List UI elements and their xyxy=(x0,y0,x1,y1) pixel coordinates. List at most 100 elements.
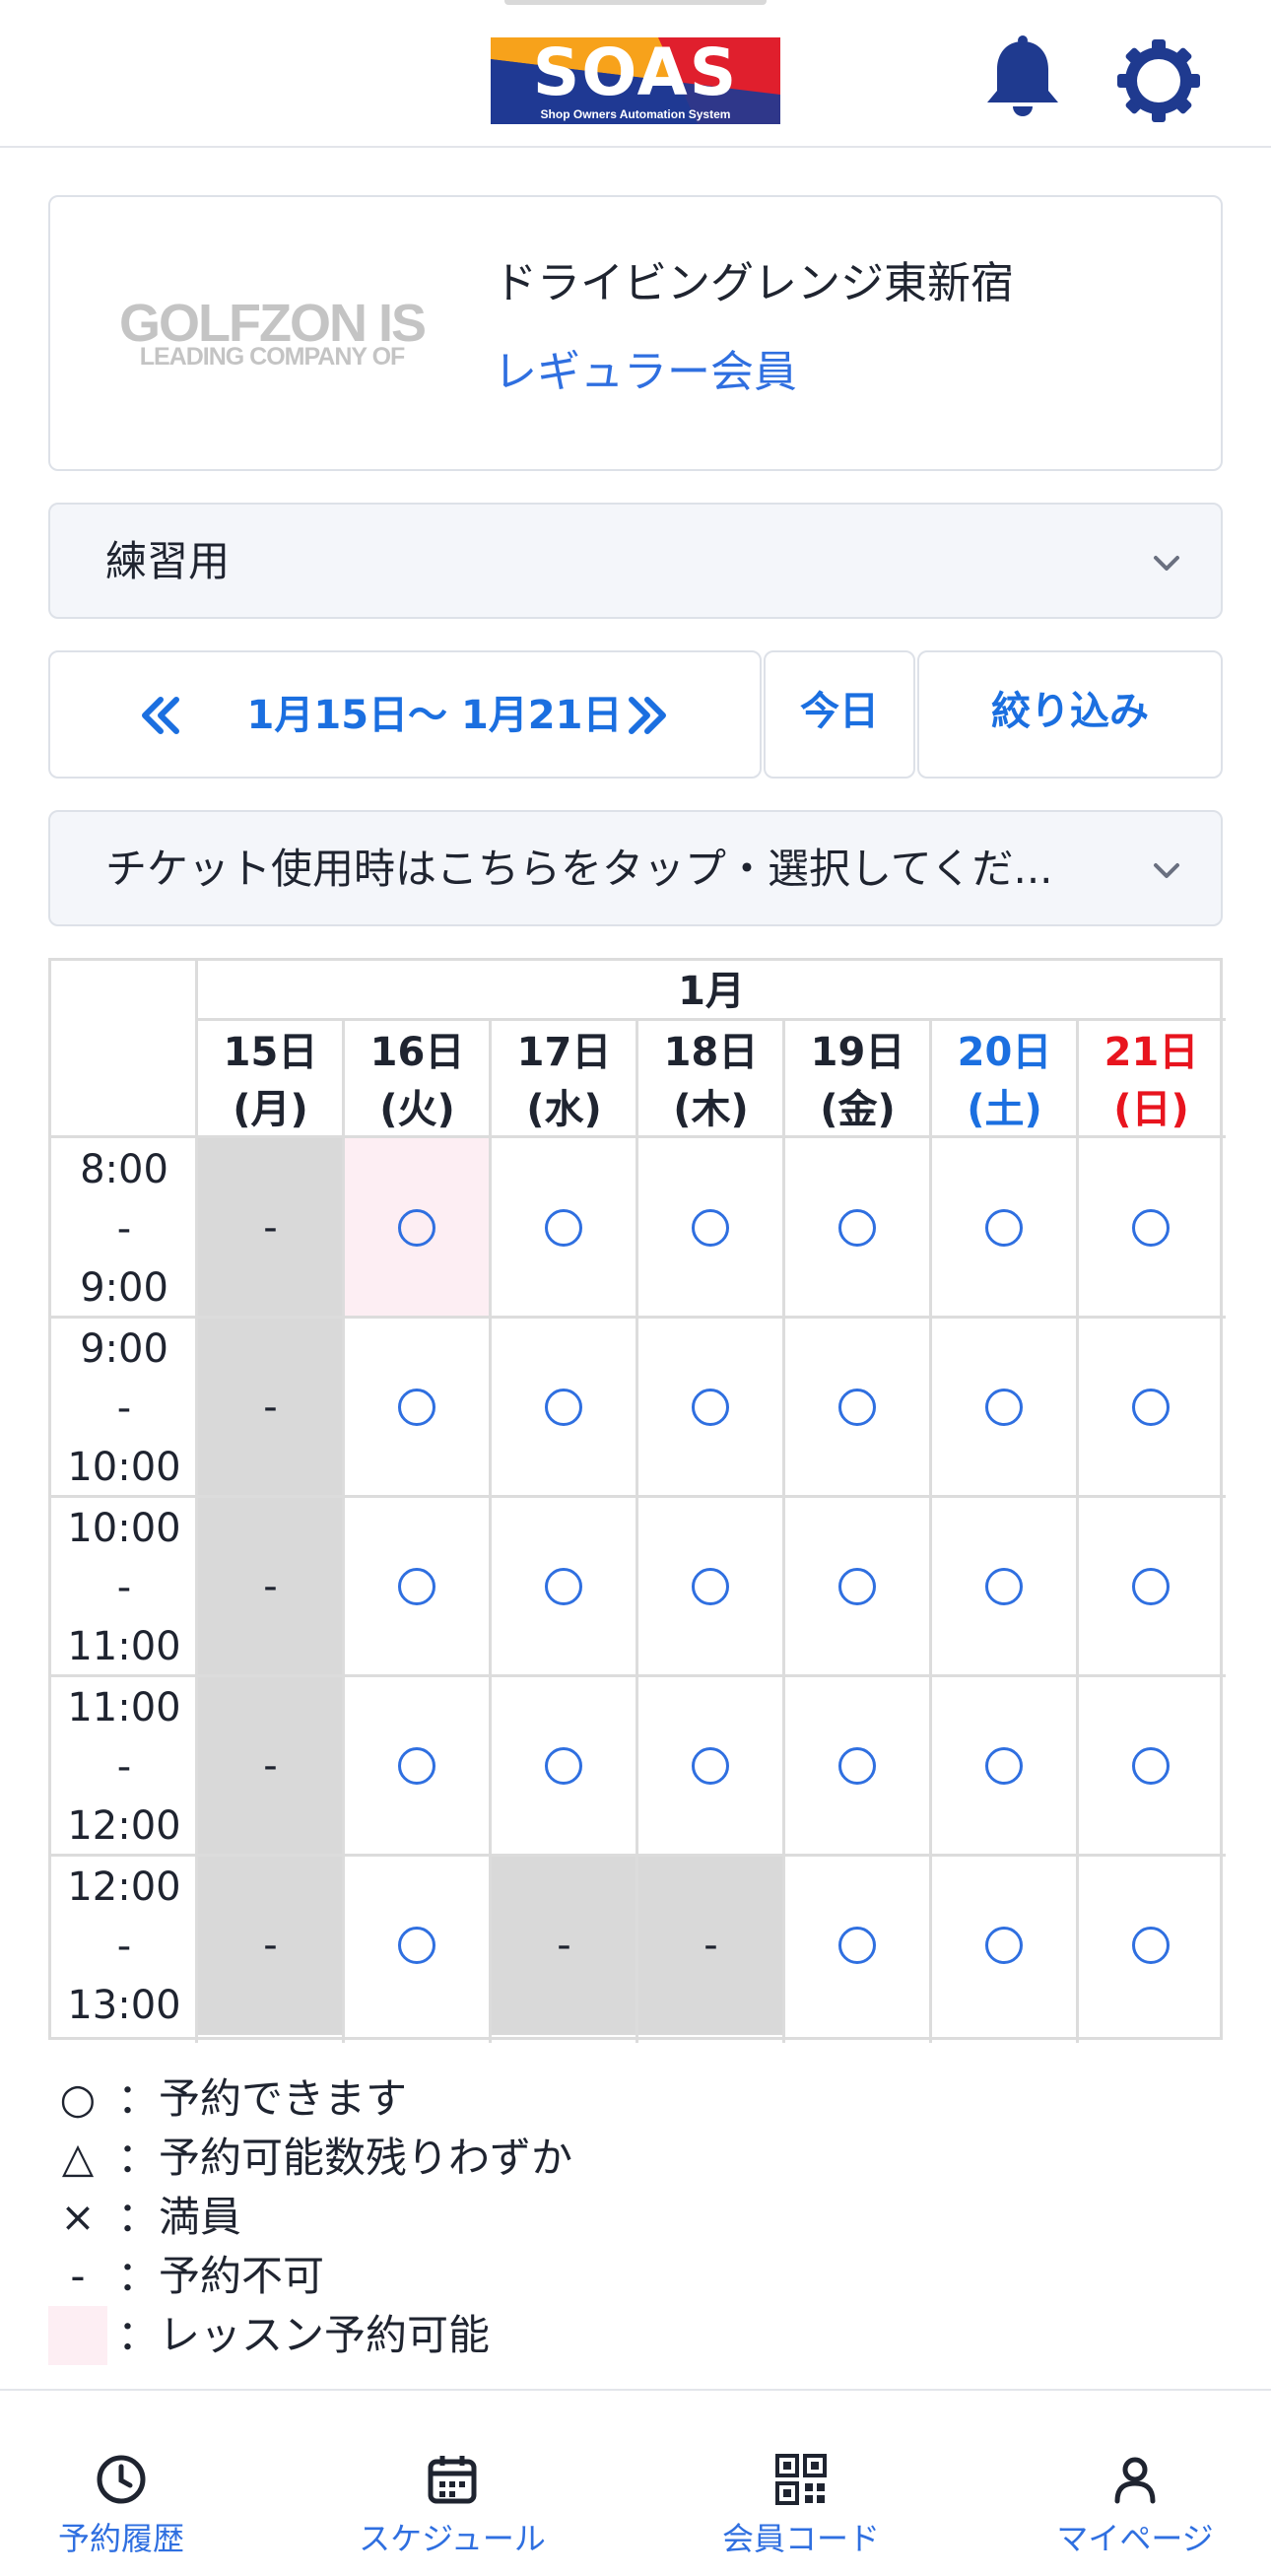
available-slot[interactable] xyxy=(637,1138,784,1318)
month-label: 1月 xyxy=(678,969,745,1014)
grid-line xyxy=(342,1018,345,2043)
available-slot[interactable] xyxy=(931,1138,1078,1318)
available-slot[interactable] xyxy=(637,1497,784,1676)
prev-week-icon[interactable] xyxy=(139,696,182,735)
nav-item-calendar[interactable]: スケジュール xyxy=(324,2391,580,2576)
available-slot[interactable] xyxy=(784,1138,931,1318)
grid-line xyxy=(51,1674,1226,1677)
nav-item-qr-code[interactable]: 会員コード xyxy=(683,2391,919,2576)
legend-symbol: × xyxy=(60,2193,96,2241)
bell-icon[interactable] xyxy=(983,35,1062,122)
grid-line xyxy=(782,1018,785,2043)
legend-text: ：満員 xyxy=(117,2193,242,2241)
unavailable-slot: - xyxy=(491,1856,637,2035)
time-slot-sep: - xyxy=(116,1744,132,1790)
next-week-icon[interactable] xyxy=(626,696,669,735)
day-header: 21日 (日) xyxy=(1078,1024,1225,1138)
gear-icon[interactable] xyxy=(1117,39,1200,122)
available-slot[interactable] xyxy=(931,1318,1078,1497)
available-slot[interactable] xyxy=(1078,1676,1225,1856)
golfzon-logo: GOLFZON IS LEADING COMPANY OF xyxy=(119,296,427,374)
legend-symbol: △ xyxy=(61,2134,95,2182)
unavailable-dash: - xyxy=(703,1923,718,1968)
reservation-calendar: 1月 15日 (月) 16日 (火) 17日 (水) 18日 (木) 19日 (金) 20日 (土) 2… xyxy=(48,958,1226,2043)
available-slot[interactable] xyxy=(491,1497,637,1676)
store-logo-sub: LEADING COMPANY OF xyxy=(139,343,406,371)
time-slot-start: 12:00 xyxy=(67,1864,181,1910)
unavailable-slot: - xyxy=(197,1138,344,1318)
calendar-icon xyxy=(425,2452,480,2507)
available-slot[interactable] xyxy=(637,1676,784,1856)
available-slot[interactable] xyxy=(344,1676,491,1856)
lesson-swatch xyxy=(48,2306,107,2365)
nav-label: 予約履歴 xyxy=(57,2520,184,2557)
unavailable-dash: - xyxy=(263,1923,278,1968)
time-slot-end: 9:00 xyxy=(80,1265,168,1311)
available-slot[interactable] xyxy=(491,1676,637,1856)
grid-line xyxy=(636,1018,638,2043)
purpose-select[interactable]: 練習用 xyxy=(48,503,1223,619)
available-slot[interactable] xyxy=(1078,1318,1225,1497)
available-circle-icon xyxy=(838,1389,876,1426)
available-slot[interactable] xyxy=(931,1676,1078,1856)
available-slot[interactable] xyxy=(931,1497,1078,1676)
time-slot-start: 11:00 xyxy=(67,1685,181,1730)
legend-symbol: ○ xyxy=(59,2074,97,2123)
unavailable-slot: - xyxy=(197,1318,344,1497)
available-slot[interactable] xyxy=(784,1856,931,2035)
available-circle-icon xyxy=(398,1747,435,1785)
available-slot[interactable] xyxy=(344,1318,491,1497)
unavailable-slot: - xyxy=(197,1676,344,1856)
time-slot-sep: - xyxy=(116,1206,132,1252)
available-circle-icon xyxy=(398,1568,435,1605)
filter-button-label: 絞り込み xyxy=(991,689,1149,734)
top-grabber xyxy=(504,0,767,5)
available-slot[interactable] xyxy=(784,1497,931,1676)
available-slot[interactable] xyxy=(784,1318,931,1497)
legend-item: × ：満員 xyxy=(48,2188,738,2247)
available-circle-icon xyxy=(398,1927,435,1964)
available-slot[interactable] xyxy=(344,1138,491,1318)
available-circle-icon xyxy=(545,1209,582,1247)
available-circle-icon xyxy=(838,1568,876,1605)
available-slot[interactable] xyxy=(344,1856,491,2035)
week-range-control: 1月15日〜 1月21日 xyxy=(48,650,762,779)
available-slot[interactable] xyxy=(1078,1138,1225,1318)
available-slot[interactable] xyxy=(637,1318,784,1497)
nav-label: 会員コード xyxy=(721,2520,880,2557)
day-header: 19日 (金) xyxy=(784,1024,931,1138)
day-weekday: (金) xyxy=(820,1087,896,1132)
filter-button[interactable]: 絞り込み xyxy=(917,650,1223,779)
available-slot[interactable] xyxy=(491,1138,637,1318)
grid-line xyxy=(51,1495,1226,1498)
unavailable-slot: - xyxy=(197,1497,344,1676)
available-circle-icon xyxy=(985,1568,1023,1605)
available-slot[interactable] xyxy=(344,1497,491,1676)
unavailable-dash: - xyxy=(263,1205,278,1251)
available-circle-icon xyxy=(838,1747,876,1785)
available-circle-icon xyxy=(545,1568,582,1605)
available-slot[interactable] xyxy=(491,1318,637,1497)
day-date: 17日 xyxy=(516,1030,612,1075)
purpose-select-value: 練習用 xyxy=(105,537,231,585)
day-date: 15日 xyxy=(223,1030,318,1075)
available-slot[interactable] xyxy=(1078,1856,1225,2035)
person-icon xyxy=(1107,2452,1163,2507)
time-slot-label: 12:00 - 13:00 xyxy=(51,1858,197,2037)
unavailable-dash: - xyxy=(263,1564,278,1609)
available-circle-icon xyxy=(985,1747,1023,1785)
time-slot-start: 8:00 xyxy=(80,1147,168,1192)
nav-item-person[interactable]: マイページ xyxy=(1017,2391,1253,2576)
available-slot[interactable] xyxy=(1078,1497,1225,1676)
day-date: 18日 xyxy=(663,1030,759,1075)
nav-item-clock[interactable]: 予約履歴 xyxy=(13,2391,230,2576)
today-button[interactable]: 今日 xyxy=(764,650,915,779)
grid-line xyxy=(51,1135,1226,1138)
day-weekday: (火) xyxy=(379,1087,455,1132)
ticket-select[interactable]: チケット使用時はこちらをタップ・選択してくだ... xyxy=(48,810,1223,926)
available-slot[interactable] xyxy=(931,1856,1078,2035)
day-header: 17日 (水) xyxy=(491,1024,637,1138)
available-slot[interactable] xyxy=(784,1676,931,1856)
legend-item: - ：予約不可 xyxy=(48,2247,738,2306)
legend-item: ：レッスン予約可能 xyxy=(48,2306,738,2365)
